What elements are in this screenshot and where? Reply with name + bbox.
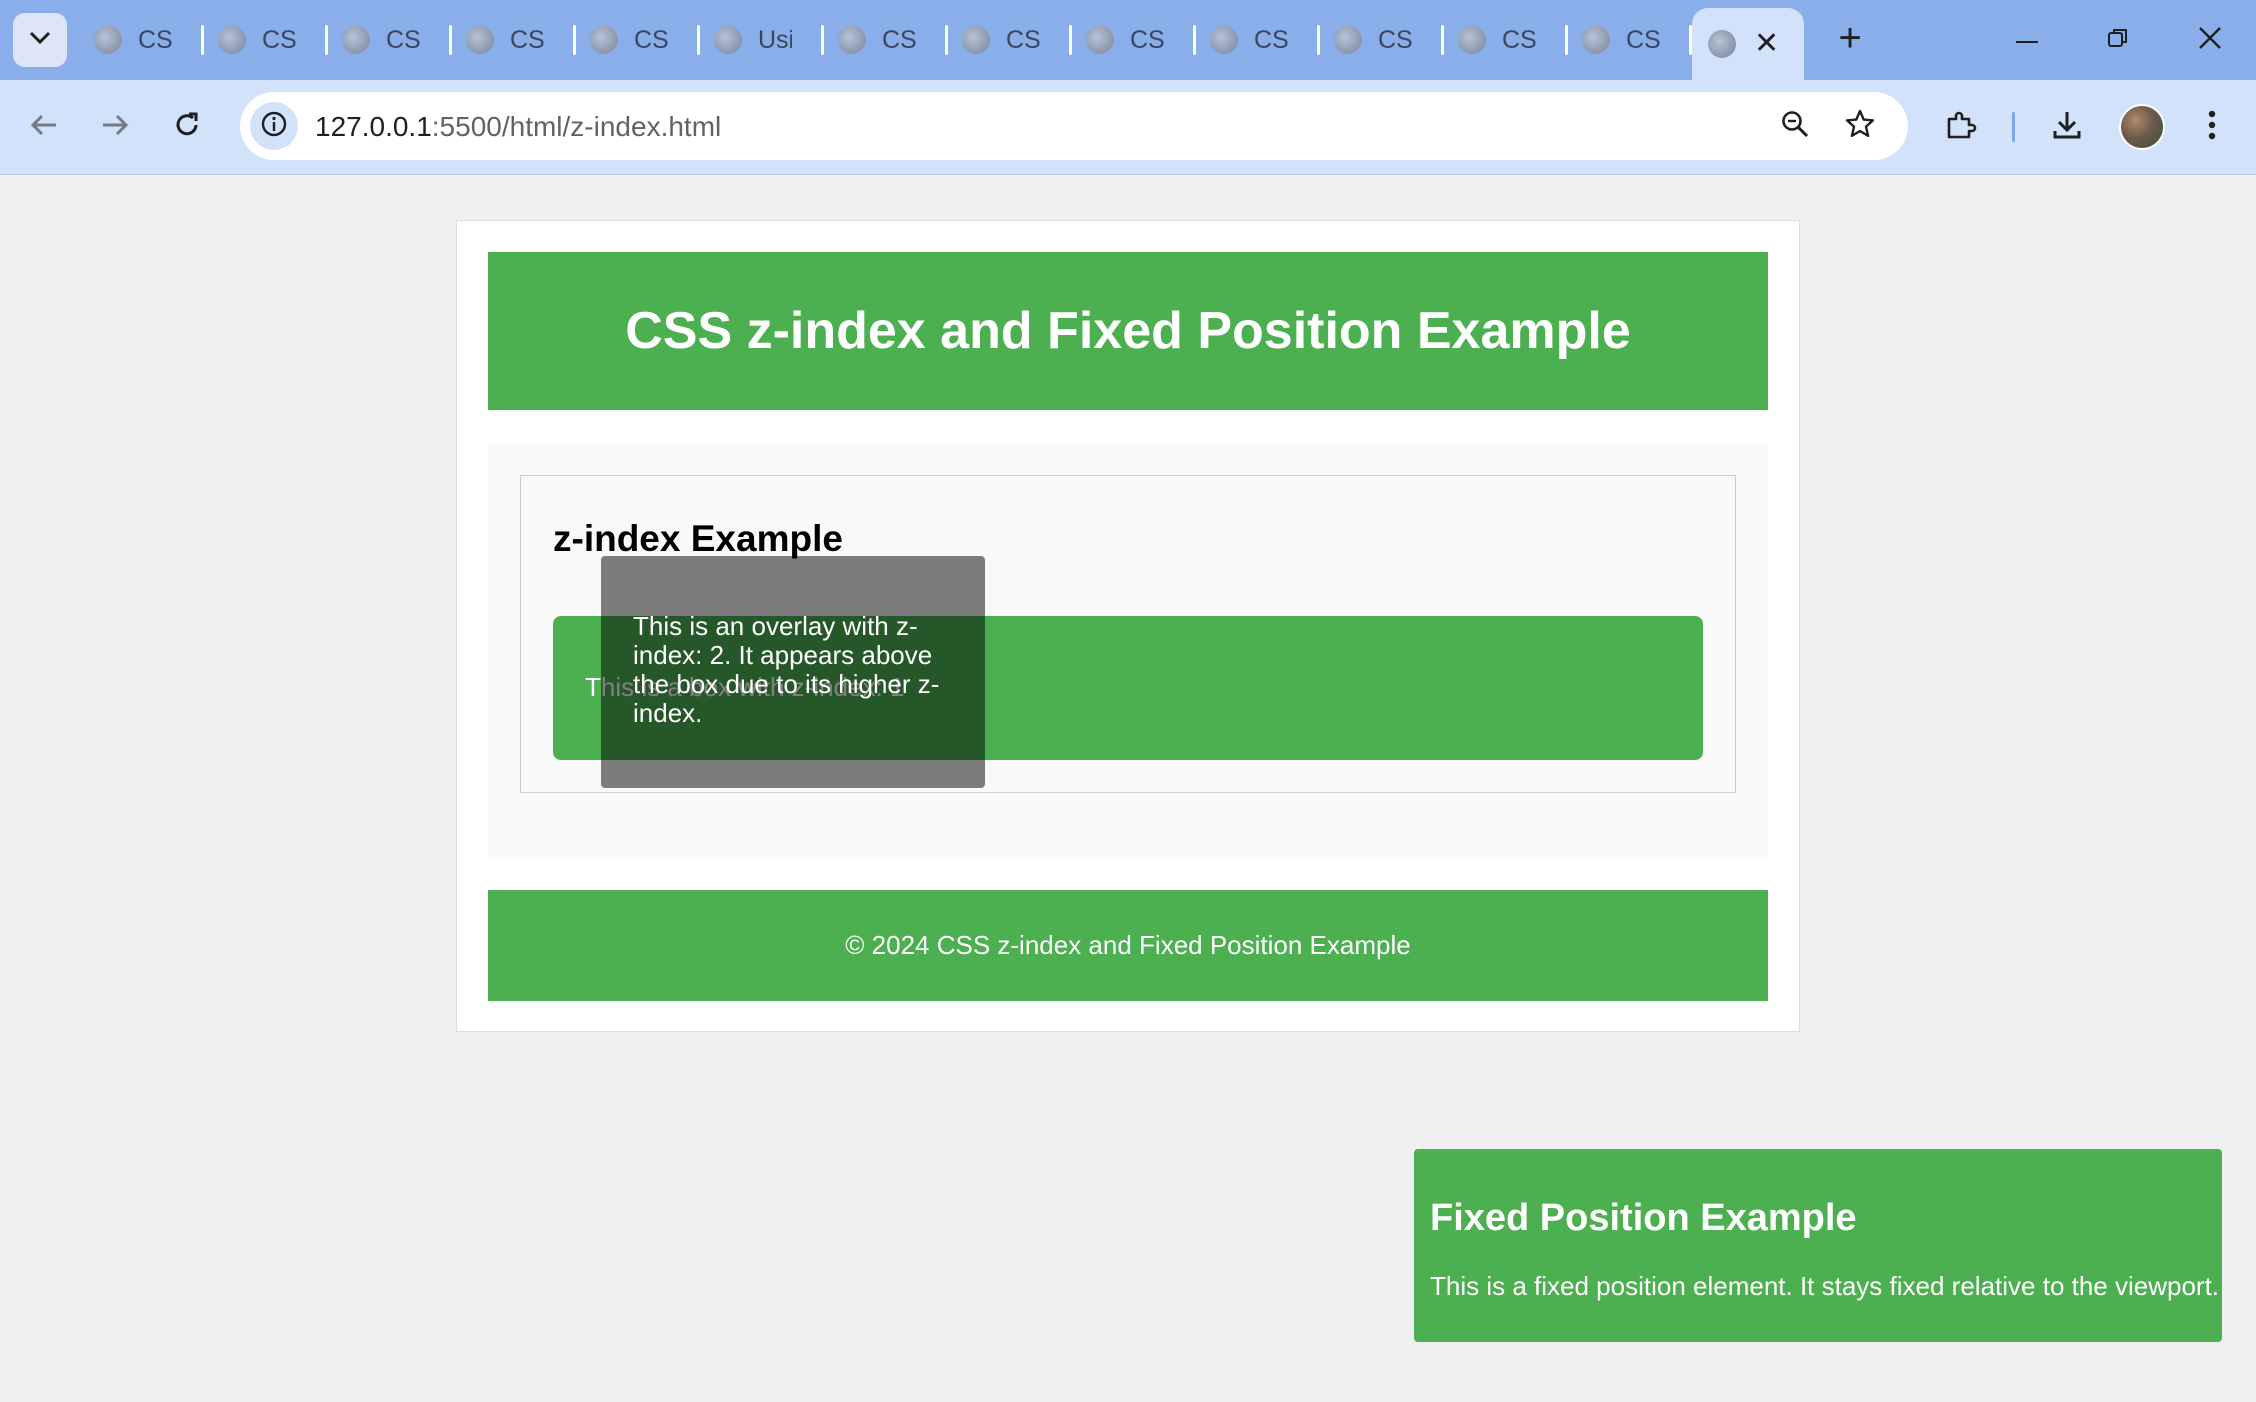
profile-avatar[interactable] xyxy=(2119,104,2165,150)
back-button[interactable] xyxy=(19,102,69,152)
chevron-down-icon xyxy=(29,31,51,50)
tab[interactable]: CSS xyxy=(1444,0,1568,80)
tab-title: CSS xyxy=(386,25,420,54)
z-index-overlay: This is an overlay with z-index: 2. It a… xyxy=(601,556,985,788)
fixed-position-box: Fixed Position Example This is a fixed p… xyxy=(1414,1149,2222,1342)
globe-icon xyxy=(218,26,246,54)
globe-icon xyxy=(1334,26,1362,54)
tab-active[interactable]: ✕ xyxy=(1692,8,1804,80)
globe-icon xyxy=(94,26,122,54)
globe-icon xyxy=(1086,26,1114,54)
arrow-left-icon xyxy=(30,113,58,142)
page-title: CSS z-index and Fixed Position Example xyxy=(625,302,1631,360)
close-window-button[interactable] xyxy=(2180,14,2240,66)
downloads-button[interactable] xyxy=(2042,102,2092,152)
tab[interactable]: CSS xyxy=(1196,0,1320,80)
browser-toolbar: 127.0.0.1:5500/html/z-index.html xyxy=(0,80,2256,175)
tab[interactable]: CSS xyxy=(204,0,328,80)
url-host: 127.0.0.1 xyxy=(315,111,432,142)
puzzle-icon xyxy=(1945,109,1977,146)
tab[interactable]: CSS xyxy=(80,0,204,80)
globe-icon xyxy=(466,26,494,54)
tab[interactable]: CSS xyxy=(1320,0,1444,80)
tab-title: CSS xyxy=(882,25,916,54)
globe-icon xyxy=(838,26,866,54)
tab-title: CSS xyxy=(1626,25,1660,54)
tab-title: Usi xyxy=(758,25,792,54)
page-container: CSS z-index and Fixed Position Example z… xyxy=(456,220,1800,1032)
page-footer: © 2024 CSS z-index and Fixed Position Ex… xyxy=(488,890,1768,1001)
tab[interactable]: CSS xyxy=(1072,0,1196,80)
more-vert-icon xyxy=(2208,110,2216,145)
tab-title: CSS xyxy=(634,25,668,54)
reload-icon xyxy=(173,111,201,144)
tab-title: CSS xyxy=(1130,25,1164,54)
address-bar[interactable]: 127.0.0.1:5500/html/z-index.html xyxy=(240,92,1908,160)
tab[interactable]: CSS xyxy=(948,0,1072,80)
tab-title: CSS xyxy=(1502,25,1536,54)
fixed-box-title: Fixed Position Example xyxy=(1430,1197,1857,1239)
info-icon xyxy=(260,110,288,143)
site-info-button[interactable] xyxy=(250,102,298,150)
url-text[interactable]: 127.0.0.1:5500/html/z-index.html xyxy=(315,111,721,143)
section-title: z-index Example xyxy=(553,518,843,559)
new-tab-button[interactable]: + xyxy=(1828,18,1872,62)
minimize-icon xyxy=(2016,31,2038,49)
tab-title: CSS xyxy=(1254,25,1288,54)
close-tab-icon[interactable]: ✕ xyxy=(1754,29,1779,59)
globe-icon xyxy=(1582,26,1610,54)
fixed-box-text: This is a fixed position element. It sta… xyxy=(1430,1271,2220,1301)
download-icon xyxy=(2051,109,2083,146)
tab[interactable]: CSS xyxy=(824,0,948,80)
forward-button[interactable] xyxy=(90,102,140,152)
toolbar-divider xyxy=(2012,112,2015,142)
globe-icon xyxy=(962,26,990,54)
tab-title: CSS xyxy=(262,25,296,54)
globe-icon xyxy=(1210,26,1238,54)
restore-button[interactable] xyxy=(2088,14,2148,66)
tab-search-button[interactable] xyxy=(13,13,67,67)
footer-text: © 2024 CSS z-index and Fixed Position Ex… xyxy=(845,930,1411,960)
tab[interactable]: CSS xyxy=(576,0,700,80)
tab[interactable]: CSS xyxy=(328,0,452,80)
tab[interactable]: CSS xyxy=(452,0,576,80)
extensions-button[interactable] xyxy=(1936,102,1986,152)
browser-menu-button[interactable] xyxy=(2187,102,2237,152)
restore-icon xyxy=(2107,27,2129,54)
tab[interactable]: Usi xyxy=(700,0,824,80)
overlay-text: This is an overlay with z-index: 2. It a… xyxy=(633,611,940,728)
globe-icon xyxy=(590,26,618,54)
globe-icon xyxy=(714,26,742,54)
globe-icon xyxy=(342,26,370,54)
star-icon xyxy=(1845,109,1875,144)
page-viewport: CSS z-index and Fixed Position Example z… xyxy=(0,175,2256,1402)
reload-button[interactable] xyxy=(162,102,212,152)
arrow-right-icon xyxy=(101,113,129,142)
zoom-icon xyxy=(1780,109,1810,144)
tab-strip: CSS CSS CSS CSS CSS Usi CSS CSS xyxy=(0,0,2256,80)
tab-title: CSS xyxy=(1378,25,1412,54)
tab-title: CSS xyxy=(510,25,544,54)
tabs-row: CSS CSS CSS CSS CSS Usi CSS CSS xyxy=(80,0,1804,80)
bookmark-button[interactable] xyxy=(1840,106,1880,146)
globe-icon xyxy=(1708,30,1736,58)
zoom-button[interactable] xyxy=(1775,106,1815,146)
page-header: CSS z-index and Fixed Position Example xyxy=(488,252,1768,410)
tab[interactable]: CSS xyxy=(1568,0,1692,80)
globe-icon xyxy=(1458,26,1486,54)
url-path: :5500/html/z-index.html xyxy=(431,111,722,142)
minimize-button[interactable] xyxy=(1997,14,2057,66)
close-icon xyxy=(2198,26,2222,55)
tab-title: CSS xyxy=(1006,25,1040,54)
z-index-section: z-index Example This is a box with z-ind… xyxy=(520,475,1736,793)
main-content: z-index Example This is a box with z-ind… xyxy=(488,443,1768,857)
tab-title: CSS xyxy=(138,25,172,54)
